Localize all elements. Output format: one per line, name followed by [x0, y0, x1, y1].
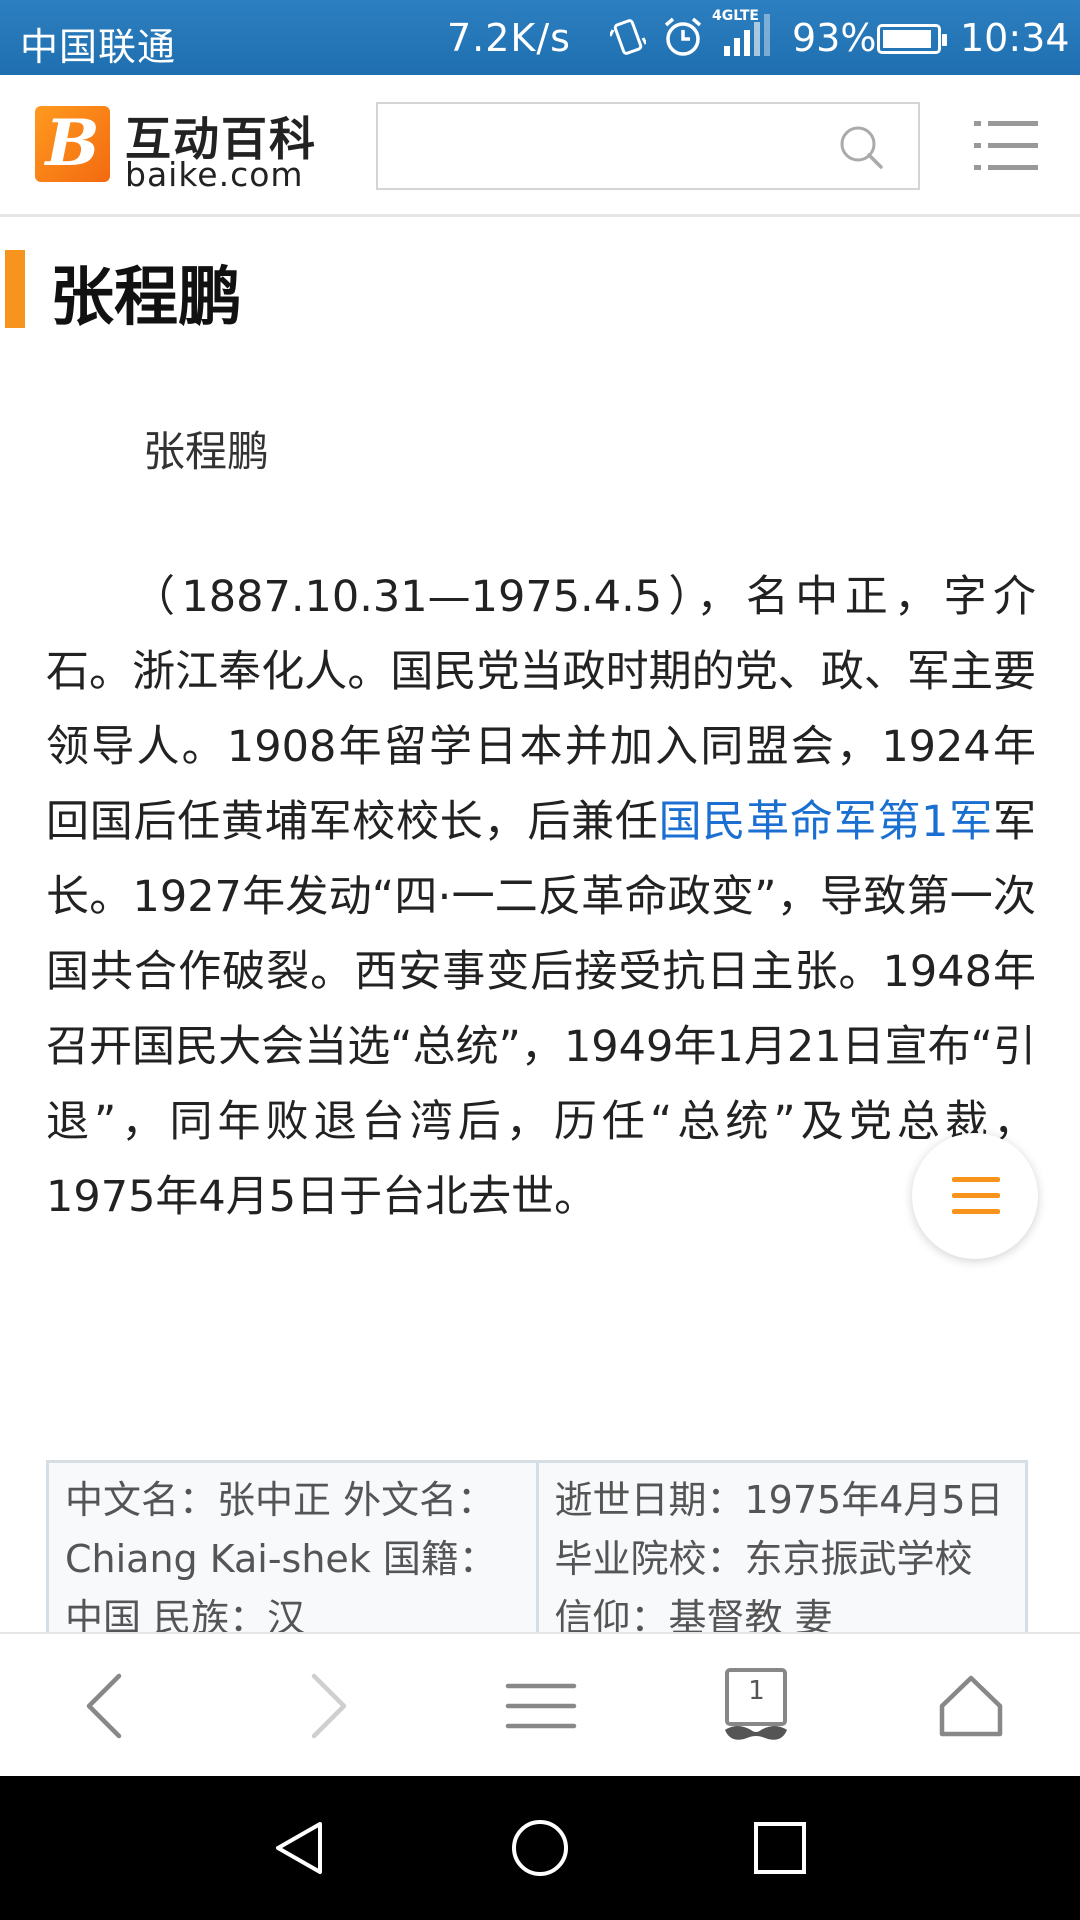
info-table: 中文名：张中正 外文名：Chiang Kai-shek 国籍：中国 民族：汉 逝… — [46, 1460, 1028, 1632]
back-icon[interactable] — [53, 1634, 163, 1778]
battery-percent: 93% — [792, 16, 877, 60]
menu-icon[interactable] — [974, 117, 1038, 175]
search-input[interactable] — [388, 114, 828, 178]
nav-recents-icon[interactable] — [738, 1806, 822, 1890]
info-cell-right: 逝世日期：1975年4月5日 毕业院校：东京振武学校 信仰：基督教 妻 — [535, 1460, 1028, 1632]
info-cell-left: 中文名：张中正 外文名：Chiang Kai-shek 国籍：中国 民族：汉 — [46, 1460, 539, 1632]
carrier-name: 中国联通 — [20, 25, 177, 69]
site-header: B 互动百科 baike.com — [0, 75, 1080, 217]
forward-icon[interactable] — [270, 1634, 380, 1778]
site-logo[interactable]: B 互动百科 baike.com — [35, 103, 335, 194]
logo-mark: B — [35, 106, 110, 182]
network-speed: 7.2K/s — [447, 16, 571, 60]
nav-back-icon[interactable] — [258, 1806, 342, 1890]
tabs-button[interactable]: 1 — [701, 1634, 811, 1778]
article-link[interactable]: 国民革命军第1军 — [659, 797, 993, 847]
title-accent-bar — [5, 250, 25, 328]
search-icon[interactable] — [838, 124, 884, 170]
clock: 10:34 — [960, 16, 1070, 60]
battery-fill — [883, 30, 931, 48]
tab-count: 1 — [748, 1676, 765, 1706]
table-row: 中文名：张中正 外文名：Chiang Kai-shek 国籍：中国 民族：汉 逝… — [46, 1460, 1028, 1632]
status-bar: 中国联通 7.2K/s 4GLTE 93% 10:34 — [0, 0, 1080, 75]
article-text: 军长。1927年发动“四·一二反革命政变”，导致第一次国共合作破裂。西安事变后接… — [46, 797, 1037, 1222]
search-box[interactable] — [376, 102, 920, 190]
home-icon[interactable] — [916, 1634, 1026, 1778]
logo-mark-letter: B — [45, 106, 100, 181]
article-body: （1887.10.31—1975.4.5），名中正，字介石。浙江奉化人。国民党当… — [46, 560, 1036, 1235]
article-paragraph: （1887.10.31—1975.4.5），名中正，字介石。浙江奉化人。国民党当… — [46, 560, 1036, 1235]
battery-icon — [877, 24, 947, 54]
tabs-icon — [725, 1668, 787, 1740]
toc-icon-line — [952, 1177, 1000, 1182]
browser-toolbar: 1 — [0, 1632, 1080, 1776]
page-title: 张程鹏 — [50, 261, 242, 335]
image-caption: 张程鹏 — [143, 427, 270, 476]
info-table-container: 中文名：张中正 外文名：Chiang Kai-shek 国籍：中国 民族：汉 逝… — [46, 1460, 1028, 1632]
floating-toc-button[interactable] — [912, 1133, 1038, 1259]
logo-text-en: baike.com — [125, 155, 304, 194]
signal-icon — [724, 14, 770, 56]
browser-menu-icon[interactable] — [486, 1634, 596, 1778]
system-nav-bar — [0, 1776, 1080, 1920]
alarm-icon — [664, 17, 702, 56]
toc-icon-line — [952, 1193, 1000, 1198]
vibrate-icon — [610, 19, 646, 55]
toc-icon-line — [952, 1209, 1000, 1214]
nav-home-icon[interactable] — [498, 1806, 582, 1890]
